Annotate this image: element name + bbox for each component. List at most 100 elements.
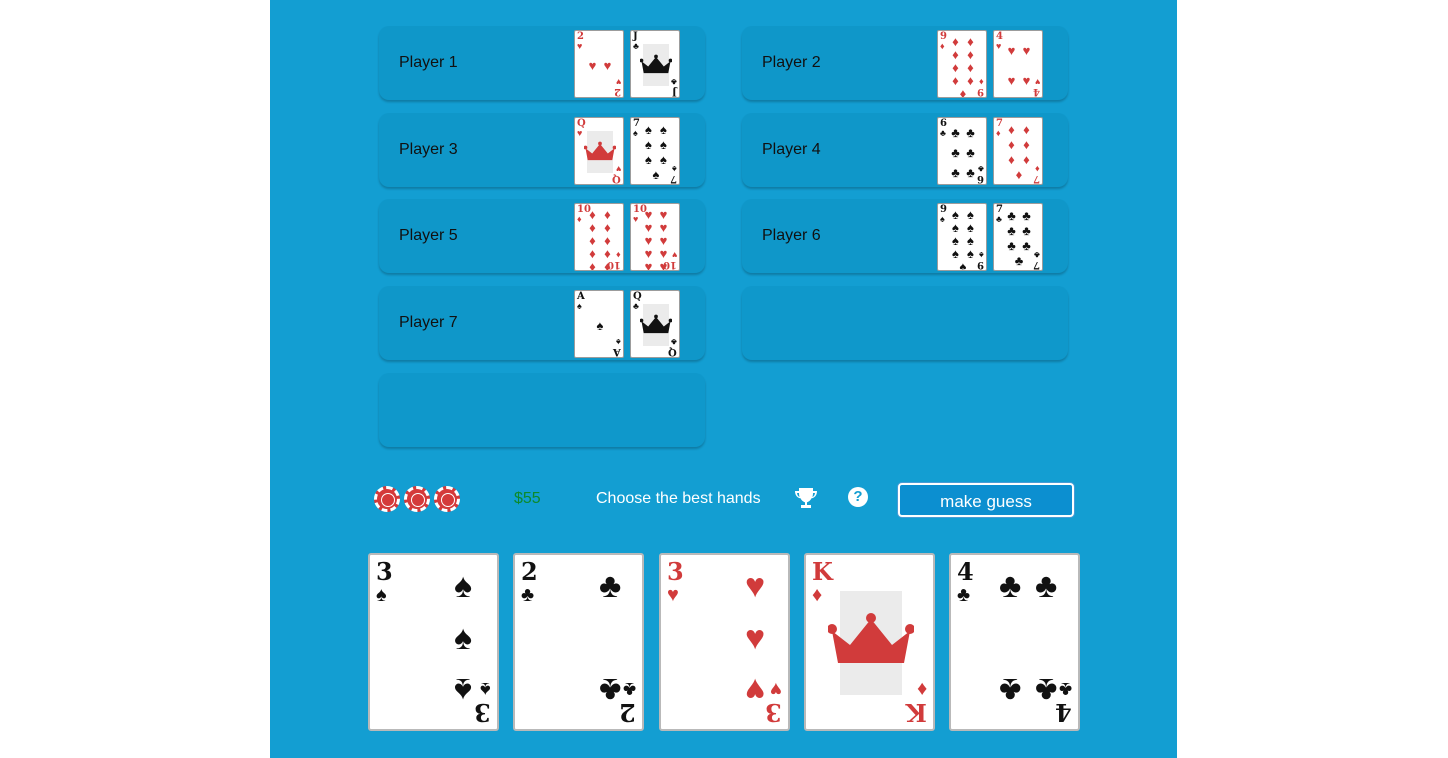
- card-suit-icon: ♦: [916, 678, 927, 700]
- card-suit-icon: ♠: [577, 301, 582, 311]
- card-suit-icon: ♥: [615, 77, 621, 87]
- suit-pip: ♠: [652, 167, 660, 182]
- card-suit-icon: ♣: [671, 337, 677, 347]
- card-suit-icon: ♥: [671, 250, 677, 260]
- card-suit-icon: ♦: [1035, 164, 1040, 174]
- question-circle-icon[interactable]: ?: [848, 487, 868, 507]
- hole-card: 7 ♣ 7 ♣ ♣ ♣ ♣ ♣ ♣ ♣ ♣: [993, 203, 1043, 271]
- suit-pip: ♥: [1007, 42, 1016, 58]
- card-suit-icon: ♣: [521, 584, 535, 606]
- empty-player-slot[interactable]: [742, 286, 1068, 360]
- card-pips: ♣ ♣ ♣ ♣ ♣ ♣ ♣: [1004, 208, 1034, 268]
- community-card[interactable]: 3 ♠ 3 ♠ ♠ ♠ ♠: [368, 553, 499, 731]
- card-suit-icon: ♣: [622, 678, 636, 700]
- card-suit-icon: ♣: [633, 41, 639, 51]
- empty-player-slot[interactable]: [379, 373, 705, 447]
- card-rank: 3: [376, 557, 393, 586]
- hole-card: 10 ♥ 10 ♥ ♥ ♥ ♥ ♥ ♥ ♥ ♥ ♥ ♥ ♥: [630, 203, 680, 271]
- suit-pip: ♣: [1022, 223, 1031, 238]
- hole-card: 9 ♦ 9 ♦ ♦ ♦ ♦ ♦ ♦ ♦ ♦ ♦ ♦: [937, 30, 987, 98]
- player-name: Player 4: [762, 141, 821, 158]
- card-suit-icon: ♠: [480, 678, 491, 700]
- suit-pip: ♦: [589, 259, 596, 271]
- chip-1: [374, 486, 400, 512]
- suit-pip: ♠: [645, 122, 652, 137]
- card-suit-icon: ♦: [812, 584, 823, 606]
- card-rank: 7: [1033, 259, 1040, 270]
- suit-pip: ♣: [599, 671, 622, 709]
- suit-pip: ♣: [1007, 208, 1016, 223]
- card-rank: K: [906, 698, 927, 727]
- card-pips: ♦ ♦ ♦ ♦ ♦ ♦ ♦: [1004, 122, 1034, 182]
- player-slot[interactable]: Player 6 9 ♠ 9 ♠ ♠ ♠ ♠ ♠ ♠ ♠ ♠ ♠ ♠ 7 ♣ 7 ♣ ♣ ♣ ♣ ♣ ♣ ♣ ♣: [742, 199, 1068, 273]
- crown-icon: [640, 54, 672, 74]
- trophy-icon[interactable]: [794, 487, 818, 509]
- suit-pip: ♣: [951, 144, 960, 160]
- chip-3: [434, 486, 460, 512]
- card-rank: 4: [1033, 86, 1040, 97]
- player-name: Player 3: [399, 141, 458, 158]
- suit-pip: ♣: [1007, 238, 1016, 253]
- hole-card: Q ♣ Q ♣: [630, 290, 680, 358]
- player-slot[interactable]: Player 1 2 ♥ 2 ♥ ♥ ♥ J ♣ J ♣: [379, 26, 705, 100]
- player-name: Player 1: [399, 54, 458, 71]
- suit-pip: ♣: [951, 164, 960, 180]
- card-suit-icon: ♦: [616, 250, 621, 260]
- card-rank: 2: [614, 86, 621, 97]
- card-suit-icon: ♠: [979, 250, 984, 260]
- suit-pip: ♣: [999, 567, 1022, 605]
- card-rank: K: [812, 557, 833, 586]
- player-slot[interactable]: Player 2 9 ♦ 9 ♦ ♦ ♦ ♦ ♦ ♦ ♦ ♦ ♦ ♦ 4 ♥ 4 ♥ ♥ ♥ ♥ ♥: [742, 26, 1068, 100]
- card-suit-icon: ♠: [633, 128, 638, 138]
- instruction-text: Choose the best hands: [596, 490, 761, 507]
- suit-pip: ♠: [959, 259, 967, 271]
- card-pips: ♠ ♠ ♠ ♠ ♠ ♠ ♠ ♠ ♠: [948, 208, 978, 271]
- make-guess-button[interactable]: make guess: [898, 483, 1074, 517]
- suit-pip: ♥: [745, 567, 766, 605]
- card-suit-icon: ♣: [1034, 250, 1040, 260]
- suit-pip: ♦: [1008, 152, 1015, 167]
- player-name: Player 7: [399, 314, 458, 331]
- suit-pip: ♣: [1022, 238, 1031, 253]
- crown-icon: [584, 141, 616, 161]
- community-card[interactable]: K ♦ K ♦: [804, 553, 935, 731]
- hole-card: A ♠ A ♠ ♠: [574, 290, 624, 358]
- card-pips: ♦ ♦ ♦ ♦ ♦ ♦ ♦ ♦ ♦ ♦: [585, 208, 615, 271]
- suit-pip: ♠: [645, 137, 652, 152]
- card-suit-icon: ♦: [979, 77, 984, 87]
- suit-pip: ♦: [1015, 167, 1023, 182]
- player-slot[interactable]: Player 5 10 ♦ 10 ♦ ♦ ♦ ♦ ♦ ♦ ♦ ♦ ♦ ♦ ♦ 10 ♥ 10 ♥ ♥ ♥ ♥ ♥ ♥ ♥ ♥ ♥ ♥ ♥: [379, 199, 705, 273]
- suit-pip: ♠: [454, 671, 473, 709]
- suit-pip: ♠: [660, 137, 667, 152]
- suit-pip: ♥: [603, 57, 612, 73]
- card-rank: 7: [1033, 173, 1040, 184]
- card-suit-icon: ♣: [940, 128, 946, 138]
- suit-pip: ♦: [1023, 137, 1030, 152]
- chip-2: [404, 486, 430, 512]
- card-pips: ♥ ♥: [585, 35, 615, 95]
- player-slot[interactable]: Player 3 Q ♥ Q ♥ 7 ♠ 7 ♠ ♠ ♠ ♠ ♠ ♠ ♠ ♠: [379, 113, 705, 187]
- player-name: Player 6: [762, 227, 821, 244]
- suit-pip: ♣: [1022, 208, 1031, 223]
- card-suit-icon: ♣: [957, 584, 971, 606]
- suit-pip: ♦: [1008, 137, 1015, 152]
- card-suit-icon: ♥: [770, 678, 782, 700]
- suit-pip: ♣: [999, 671, 1022, 709]
- suit-pip: ♦: [604, 259, 611, 271]
- card-suit-icon: ♥: [633, 214, 639, 224]
- player-slot[interactable]: Player 7 A ♠ A ♠ ♠ Q ♣ Q ♣: [379, 286, 705, 360]
- money-balance: $55: [514, 490, 541, 507]
- crown-icon: [640, 314, 672, 334]
- community-card[interactable]: 4 ♣ 4 ♣ ♣ ♣ ♣ ♣: [949, 553, 1080, 731]
- player-slot[interactable]: Player 4 6 ♣ 6 ♣ ♣ ♣ ♣ ♣ ♣ ♣ 7 ♦ 7 ♦ ♦ ♦ ♦ ♦ ♦ ♦ ♦: [742, 113, 1068, 187]
- community-card[interactable]: 3 ♥ 3 ♥ ♥ ♥ ♥: [659, 553, 790, 731]
- suit-pip: ♣: [1007, 223, 1016, 238]
- community-card[interactable]: 2 ♣ 2 ♣ ♣ ♣: [513, 553, 644, 731]
- suit-pip: ♥: [1022, 42, 1031, 58]
- hole-card: 7 ♠ 7 ♠ ♠ ♠ ♠ ♠ ♠ ♠ ♠: [630, 117, 680, 185]
- suit-pip: ♠: [645, 152, 652, 167]
- card-suit-icon: ♠: [376, 584, 387, 606]
- card-rank: 4: [1055, 698, 1072, 727]
- card-suit-icon: ♦: [940, 41, 945, 51]
- suit-pip: ♥: [1007, 72, 1016, 88]
